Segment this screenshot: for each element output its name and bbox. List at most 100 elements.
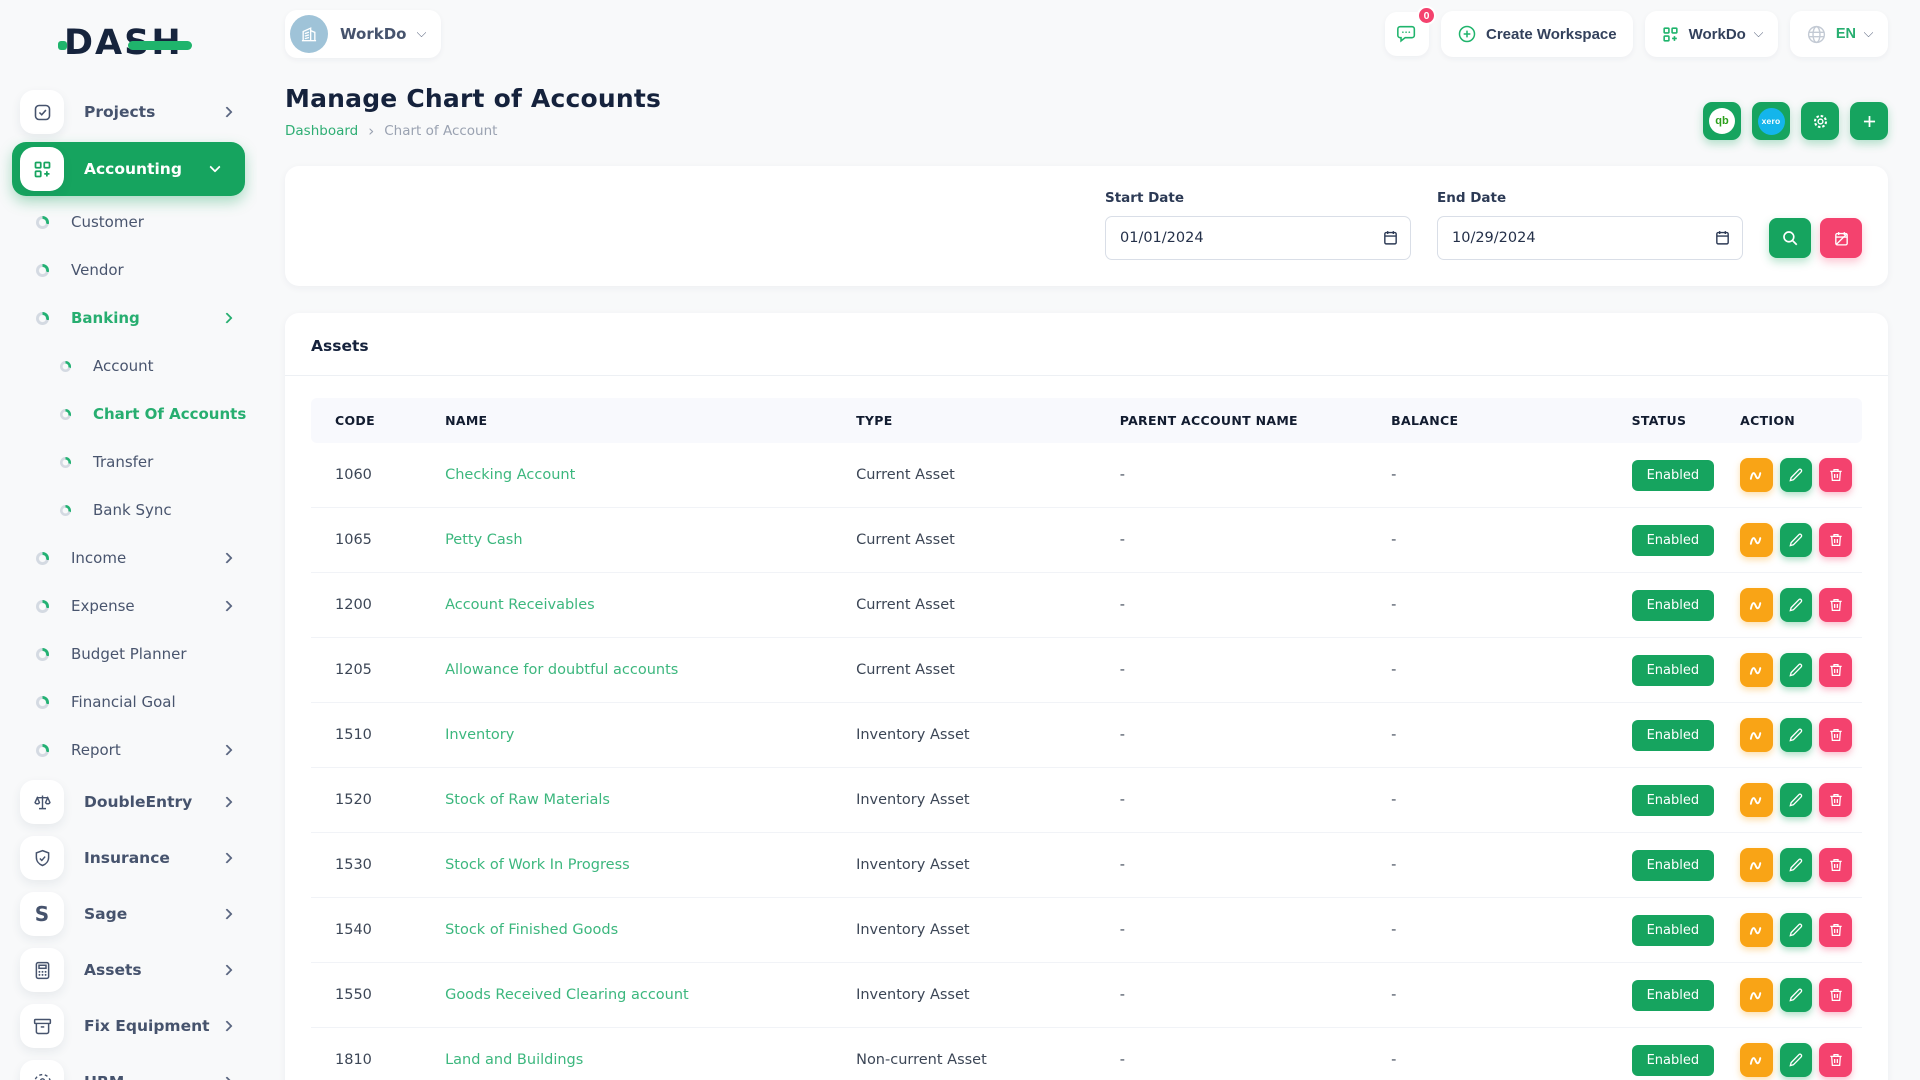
quickbooks-button[interactable]: qb xyxy=(1703,102,1741,140)
create-workspace-button[interactable]: Create Workspace xyxy=(1441,11,1633,57)
trash-icon xyxy=(1828,532,1844,548)
app-logo[interactable]: DASH xyxy=(0,14,257,72)
pencil-icon xyxy=(1788,922,1804,938)
xero-button[interactable]: xero xyxy=(1752,102,1790,140)
end-date-input[interactable] xyxy=(1437,216,1743,260)
delete-button[interactable] xyxy=(1819,523,1852,557)
sidebar-item-chart-of-accounts[interactable]: Chart Of Accounts xyxy=(0,390,257,438)
edit-button[interactable] xyxy=(1780,1043,1813,1077)
account-name-link[interactable]: Account Receivables xyxy=(445,597,595,613)
sidebar-item-report[interactable]: Report xyxy=(0,726,257,774)
delete-button[interactable] xyxy=(1819,783,1852,817)
sidebar-item-transfer[interactable]: Transfer xyxy=(0,438,257,486)
cell-code: 1065 xyxy=(311,508,435,573)
sidebar-item-banking[interactable]: Banking xyxy=(0,294,257,342)
transactions-button[interactable] xyxy=(1740,523,1773,557)
sidebar-item-vendor[interactable]: Vendor xyxy=(0,246,257,294)
transactions-button[interactable] xyxy=(1740,588,1773,622)
account-name-link[interactable]: Land and Buildings xyxy=(445,1052,583,1068)
bullet-icon xyxy=(36,264,49,277)
transactions-button[interactable] xyxy=(1740,783,1773,817)
search-button[interactable] xyxy=(1769,218,1811,258)
sidebar-item-customer[interactable]: Customer xyxy=(0,198,257,246)
transactions-button[interactable] xyxy=(1740,718,1773,752)
account-name-link[interactable]: Inventory xyxy=(445,727,514,743)
breadcrumb-current: Chart of Account xyxy=(384,123,497,139)
sidebar-item-doubleentry[interactable]: DoubleEntry xyxy=(0,774,257,830)
delete-button[interactable] xyxy=(1819,653,1852,687)
account-name-link[interactable]: Goods Received Clearing account xyxy=(445,987,689,1003)
delete-button[interactable] xyxy=(1819,913,1852,947)
start-date-input[interactable] xyxy=(1105,216,1411,260)
edit-button[interactable] xyxy=(1780,458,1813,492)
delete-button[interactable] xyxy=(1819,978,1852,1012)
trash-icon xyxy=(1828,792,1844,808)
sidebar-item-label: DoubleEntry xyxy=(84,793,192,811)
transactions-button[interactable] xyxy=(1740,978,1773,1012)
column-header-action: ACTION xyxy=(1730,398,1862,443)
account-name-link[interactable]: Stock of Finished Goods xyxy=(445,922,618,938)
sidebar-item-expense[interactable]: Expense xyxy=(0,582,257,630)
calendar-icon[interactable] xyxy=(1714,229,1731,246)
sidebar-item-fix-equipment[interactable]: Fix Equipment xyxy=(0,998,257,1054)
add-account-button[interactable] xyxy=(1850,102,1888,140)
edit-button[interactable] xyxy=(1780,523,1813,557)
messages-button[interactable]: 0 xyxy=(1385,12,1429,56)
transactions-button[interactable] xyxy=(1740,1043,1773,1077)
transactions-button[interactable] xyxy=(1740,848,1773,882)
edit-button[interactable] xyxy=(1780,913,1813,947)
breadcrumb-dashboard-link[interactable]: Dashboard xyxy=(285,123,358,139)
sidebar-item-assets[interactable]: Assets xyxy=(0,942,257,998)
chevron-right-icon xyxy=(221,312,232,323)
sidebar-item-financial-goal[interactable]: Financial Goal xyxy=(0,678,257,726)
sidebar-item-label: Sage xyxy=(84,905,127,923)
pulse-icon xyxy=(1748,922,1765,939)
sidebar-item-label: Accounting xyxy=(84,160,182,178)
account-name-link[interactable]: Checking Account xyxy=(445,467,575,483)
main-content: WorkDo 0 Create Workspace xyxy=(257,0,1920,1080)
scales-icon xyxy=(20,780,64,824)
status-badge: Enabled xyxy=(1632,655,1715,686)
delete-button[interactable] xyxy=(1819,458,1852,492)
sidebar-item-income[interactable]: Income xyxy=(0,534,257,582)
trash-icon xyxy=(1828,922,1844,938)
bullet-icon xyxy=(36,744,49,757)
edit-button[interactable] xyxy=(1780,978,1813,1012)
edit-button[interactable] xyxy=(1780,653,1813,687)
shield-check-icon xyxy=(20,836,64,880)
cell-code: 1550 xyxy=(311,963,435,1028)
language-selector[interactable]: EN xyxy=(1790,11,1888,57)
sidebar-item-budget-planner[interactable]: Budget Planner xyxy=(0,630,257,678)
transactions-button[interactable] xyxy=(1740,913,1773,947)
workspace-selector[interactable]: WorkDo xyxy=(285,10,441,58)
transactions-button[interactable] xyxy=(1740,458,1773,492)
account-name-link[interactable]: Allowance for doubtful accounts xyxy=(445,662,678,678)
sidebar-item-bank-sync[interactable]: Bank Sync xyxy=(0,486,257,534)
sidebar-item-label: Assets xyxy=(84,961,142,979)
account-name-link[interactable]: Stock of Raw Materials xyxy=(445,792,610,808)
sidebar-item-hrm[interactable]: HRM xyxy=(0,1054,257,1080)
account-name-link[interactable]: Petty Cash xyxy=(445,532,522,548)
account-name-link[interactable]: Stock of Work In Progress xyxy=(445,857,630,873)
settings-button[interactable] xyxy=(1801,102,1839,140)
cell-parent-account: - xyxy=(1110,508,1381,573)
workdo-menu-button[interactable]: WorkDo xyxy=(1645,11,1778,57)
delete-button[interactable] xyxy=(1819,718,1852,752)
delete-button[interactable] xyxy=(1819,588,1852,622)
sidebar-item-projects[interactable]: Projects xyxy=(0,84,257,140)
sidebar-item-account[interactable]: Account xyxy=(0,342,257,390)
sidebar-item-sage[interactable]: SSage xyxy=(0,886,257,942)
delete-button[interactable] xyxy=(1819,1043,1852,1077)
edit-button[interactable] xyxy=(1780,718,1813,752)
cell-balance: - xyxy=(1381,963,1621,1028)
sidebar-item-accounting[interactable]: Accounting xyxy=(12,142,245,196)
transactions-button[interactable] xyxy=(1740,653,1773,687)
calendar-icon[interactable] xyxy=(1382,229,1399,246)
reset-filter-button[interactable] xyxy=(1820,218,1862,258)
chevron-right-icon xyxy=(221,964,232,975)
edit-button[interactable] xyxy=(1780,848,1813,882)
delete-button[interactable] xyxy=(1819,848,1852,882)
edit-button[interactable] xyxy=(1780,588,1813,622)
sidebar-item-insurance[interactable]: Insurance xyxy=(0,830,257,886)
edit-button[interactable] xyxy=(1780,783,1813,817)
